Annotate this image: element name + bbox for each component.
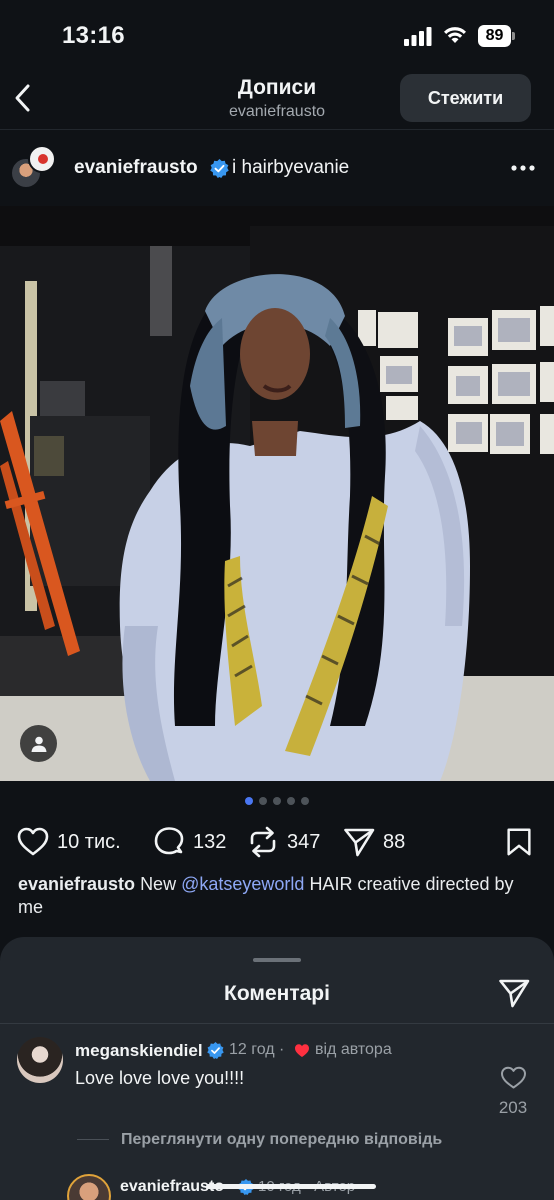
save-button[interactable] (503, 820, 535, 864)
author-liked-heart-icon (295, 1044, 309, 1057)
verified-badge-icon (207, 1042, 224, 1059)
likes-count: 10 тис. (57, 830, 121, 853)
verified-badge-icon (210, 159, 229, 178)
post-actions: 10 тис. 132 347 88 (0, 820, 554, 864)
carousel-dot (287, 797, 295, 805)
comments-count: 132 (193, 830, 227, 853)
top-navigation-bar: Дописи evaniefrausto Стежити (0, 70, 554, 130)
paper-plane-icon (344, 828, 375, 857)
reposts-count: 347 (287, 830, 321, 853)
comments-sheet: Коментарі meganskiendiel 12 год · від ав… (0, 937, 554, 1200)
post-header: evaniefrausto і hairbyevanie (0, 140, 554, 200)
home-indicator[interactable] (206, 1184, 376, 1189)
coauthor-label[interactable]: і hairbyevanie (232, 157, 349, 179)
person-icon (31, 736, 46, 752)
comment-username[interactable]: meganskiendiel (75, 1041, 203, 1061)
heart-icon[interactable] (500, 1065, 527, 1090)
sheet-drag-handle[interactable] (253, 958, 301, 962)
post-author-name[interactable]: evaniefrausto (74, 157, 198, 179)
bookmark-icon (507, 828, 531, 856)
tagged-people-button[interactable] (20, 725, 57, 762)
post-image[interactable] (0, 206, 554, 781)
view-replies-button[interactable]: Переглянути одну попередню відповідь (121, 1131, 442, 1149)
carousel-indicator (0, 797, 554, 807)
comments-title: Коментарі (224, 982, 330, 1005)
paper-plane-icon[interactable] (497, 976, 531, 1010)
status-bar: 13:16 89 (0, 0, 554, 70)
caption-text-start: New (140, 874, 177, 894)
liked-by-author-label: від автора (315, 1041, 392, 1058)
comment-button[interactable]: 132 (152, 820, 226, 864)
carousel-dot-active (245, 797, 253, 805)
comment-bubble-icon (154, 827, 184, 855)
carousel-dot (259, 797, 267, 805)
status-time: 13:16 (62, 22, 125, 49)
commenter-avatar[interactable] (17, 1037, 63, 1083)
coauthor-prefix: і (232, 157, 237, 178)
coauthor-avatar (28, 145, 56, 173)
divider (77, 1139, 109, 1140)
carousel-dot (273, 797, 281, 805)
comment-like-count: 203 (498, 1098, 528, 1117)
like-button[interactable]: 10 тис. (16, 820, 121, 864)
more-options-icon[interactable] (510, 164, 536, 172)
comment-time: 12 год (229, 1041, 275, 1058)
caption-username[interactable]: evaniefrausto (18, 874, 135, 894)
post-caption: evaniefrausto New @katseyeworld HAIR cre… (18, 873, 538, 919)
wifi-icon (444, 27, 466, 43)
coauthor-name: hairbyevanie (241, 157, 350, 178)
shares-count: 88 (383, 830, 406, 853)
comment-text: Love love love you!!!! (75, 1068, 245, 1088)
cellular-signal-icon (404, 27, 432, 46)
heart-icon (17, 827, 49, 856)
post-photo-illustration (0, 206, 554, 781)
battery-indicator: 89 (478, 25, 516, 47)
follow-button[interactable]: Стежити (400, 74, 531, 122)
reply-avatar[interactable] (67, 1174, 111, 1200)
repost-button[interactable]: 347 (246, 820, 320, 864)
carousel-dot (301, 797, 309, 805)
repost-icon (250, 826, 276, 858)
author-avatars[interactable] (10, 145, 58, 193)
caption-mention-link[interactable]: @katseyeworld (181, 874, 304, 894)
share-button[interactable]: 88 (342, 820, 405, 864)
divider (0, 1023, 554, 1024)
battery-level: 89 (478, 25, 511, 47)
comment-timestamp: 12 год · (229, 1041, 285, 1058)
